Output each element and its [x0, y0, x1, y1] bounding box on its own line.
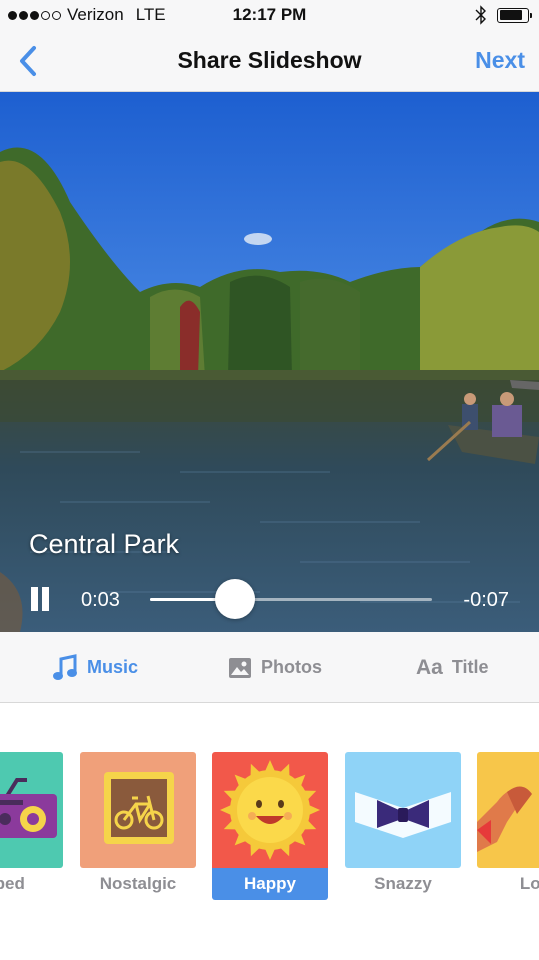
next-button[interactable]: Next — [475, 47, 525, 74]
theme-art — [80, 752, 196, 868]
scrubber-handle[interactable] — [214, 579, 255, 619]
theme-card[interactable]: Nostalgic — [80, 752, 196, 900]
theme-label: Lov — [519, 874, 539, 893]
page-title: Share Slideshow — [177, 47, 362, 73]
theme-label: Snazzy — [374, 874, 432, 893]
tab-photos-label: Photos — [261, 657, 322, 677]
status-bar: Verizon LTE 12:17 PM — [0, 0, 539, 30]
theme-label: Nostalgic — [99, 874, 177, 893]
photo-icon — [229, 657, 251, 678]
bluetooth-icon — [475, 5, 486, 25]
status-right — [475, 5, 532, 25]
editor-tabs: Music Photos Aa Title — [0, 632, 539, 703]
battery-level — [499, 10, 523, 20]
pause-button[interactable] — [29, 587, 51, 611]
theme-art — [477, 752, 539, 868]
tab-music[interactable]: Music — [52, 632, 138, 703]
playback-scrubber[interactable] — [150, 579, 432, 619]
tab-title-label: Title — [451, 657, 489, 677]
slideshow-title: Central Park — [29, 529, 180, 559]
music-note-icon — [53, 653, 77, 680]
theme-label: aped — [0, 874, 25, 893]
tab-title[interactable]: Aa Title — [416, 632, 489, 703]
tab-music-label: Music — [87, 657, 139, 677]
heart-hands-icon — [477, 752, 539, 868]
theme-card[interactable]: Lov — [477, 752, 539, 900]
boombox-icon — [0, 752, 63, 868]
bow-tie-icon — [345, 752, 461, 868]
framed-bicycle-icon — [80, 752, 196, 868]
smiling-sun-icon — [212, 752, 328, 868]
remaining-time: -0:07 — [463, 589, 509, 611]
theme-card[interactable]: aped — [0, 752, 63, 900]
theme-art — [345, 752, 461, 868]
navigation-bar: Share Slideshow Next — [0, 30, 539, 92]
status-time: 12:17 PM — [232, 5, 307, 24]
battery-icon — [497, 7, 532, 23]
theme-label: Happy — [212, 868, 328, 900]
text-aa-icon: Aa — [416, 655, 443, 679]
theme-card-selected[interactable]: Happy — [212, 752, 328, 900]
elapsed-time: 0:03 — [81, 589, 120, 611]
theme-card[interactable]: Snazzy — [345, 752, 461, 900]
theme-art — [0, 752, 63, 868]
tab-photos[interactable]: Photos — [228, 632, 322, 703]
pause-icon-bar — [42, 587, 49, 611]
pause-icon — [31, 587, 38, 611]
theme-art — [212, 752, 328, 868]
slideshow-preview[interactable]: Central Park 0:03 -0:07 — [0, 92, 539, 632]
music-theme-carousel[interactable]: aped Nostalgic — [0, 704, 539, 960]
